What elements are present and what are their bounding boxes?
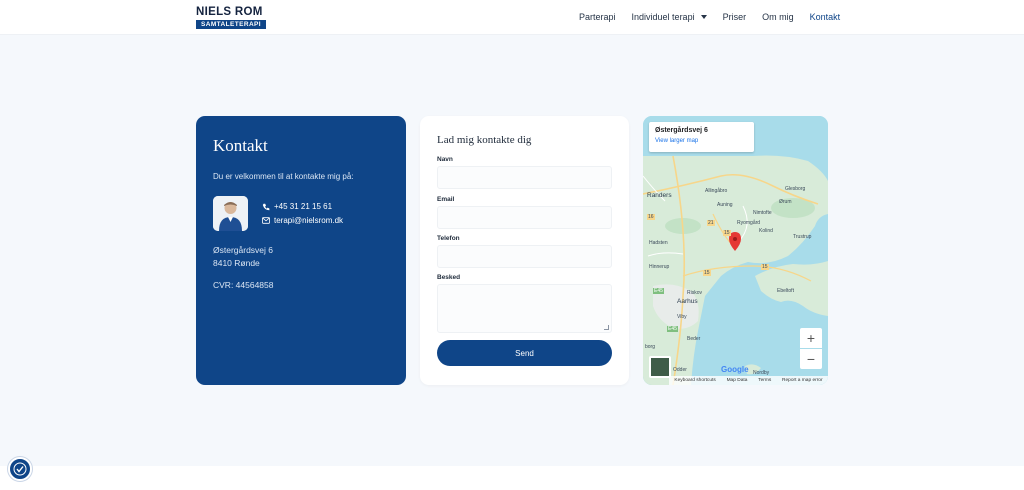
chevron-down-icon <box>700 15 707 19</box>
name-field[interactable] <box>437 166 612 189</box>
map-label-aarhus: Aarhus <box>677 298 698 305</box>
map-label-viby: Viby <box>677 314 687 320</box>
report-map-error-link[interactable]: Report a map error <box>782 378 823 383</box>
road-number: 15 <box>761 264 769 270</box>
logo-tagline: SAMTALETERAPI <box>196 20 266 29</box>
nav-item-label: Kontakt <box>809 12 841 22</box>
nav-item-individuel-terapi[interactable]: Individuel terapi <box>632 12 707 22</box>
google-logo: Google <box>721 365 749 374</box>
road-number: 16 <box>647 214 655 220</box>
keyboard-shortcuts-link[interactable]: Keyboard shortcuts <box>674 378 715 383</box>
nav-item-kontakt[interactable]: Kontakt <box>810 12 841 22</box>
map-label-ryomgard: Ryomgård <box>737 220 761 226</box>
map-label-allingabro: Allingåbro <box>705 188 728 194</box>
map-label-ebeltoft: Ebeltoft <box>777 288 794 294</box>
nav-item-label: Individuel terapi <box>631 12 695 22</box>
map-footer: Keyboard shortcuts Map Data Terms Report… <box>669 376 828 385</box>
resize-handle[interactable] <box>604 325 609 330</box>
nav-item-priser[interactable]: Priser <box>723 12 747 22</box>
contact-email[interactable]: terapi@nielsrom.dk <box>262 216 343 225</box>
map-label-beder: Beder <box>687 336 701 342</box>
nav-item-parterapi[interactable]: Parterapi <box>579 12 616 22</box>
avatar-image <box>213 196 248 231</box>
zoom-out-button[interactable]: − <box>800 349 822 369</box>
satellite-toggle[interactable] <box>649 356 671 378</box>
map-label-kolind: Kolind <box>759 228 773 234</box>
terms-link[interactable]: Terms <box>758 378 771 383</box>
contact-phone[interactable]: +45 31 21 15 61 <box>262 202 332 211</box>
map-label-auning: Auning <box>717 202 733 208</box>
field-label-navn: Navn <box>437 156 453 163</box>
address-line-2: 8410 Rønde <box>213 258 260 268</box>
field-label-besked: Besked <box>437 274 461 281</box>
map-label-borg: borg <box>645 344 656 350</box>
nav-item-label: Priser <box>722 12 747 22</box>
contact-form-card: Lad mig kontakte dig Navn Email Telefon … <box>420 116 629 385</box>
field-label-email: Email <box>437 196 455 203</box>
message-field[interactable] <box>437 284 612 333</box>
email-icon <box>262 217 270 224</box>
nav-item-label: Parterapi <box>579 12 616 22</box>
email-address: terapi@nielsrom.dk <box>274 216 344 225</box>
map-label-hinnerup: Hinnerup <box>649 264 670 270</box>
road-number: E45 <box>653 288 664 294</box>
zoom-in-button[interactable]: + <box>800 328 822 348</box>
map-label-hadsten: Hadsten <box>649 240 668 246</box>
logo[interactable]: NIELS ROM SAMTALETERAPI <box>196 6 266 29</box>
cvr-number: CVR: 44564858 <box>213 280 274 290</box>
field-label-telefon: Telefon <box>437 235 460 242</box>
map-info-box: Østergårdsvej 6 View larger map <box>649 122 754 152</box>
map-data-link[interactable]: Map Data <box>727 378 748 383</box>
contact-card: Kontakt Du er velkommen til at kontakte … <box>196 116 406 385</box>
avatar <box>213 196 248 231</box>
accessibility-button[interactable] <box>8 457 32 481</box>
road-number: 15 <box>723 230 731 236</box>
send-button[interactable]: Send <box>437 340 612 366</box>
contact-intro: Du er velkommen til at kontakte mig på: <box>213 172 354 181</box>
road-number: E45 <box>667 326 678 332</box>
accessibility-icon <box>13 462 27 476</box>
footer-band <box>0 466 1024 490</box>
email-field[interactable] <box>437 206 612 229</box>
main-nav: Parterapi Individuel terapi Priser Om mi… <box>579 12 840 22</box>
phone-icon <box>262 203 270 210</box>
map-place-title: Østergårdsvej 6 <box>655 127 708 134</box>
map-label-glesborg: Glesborg <box>785 186 806 192</box>
address-line-1: Østergårdsvej 6 <box>213 245 273 255</box>
map-card[interactable]: Randers Allingåbro Glesborg Ørum Auning … <box>643 116 828 385</box>
google-logo-text: Google <box>721 365 749 374</box>
road-number: 21 <box>707 220 715 226</box>
map-label-nimtofte: Nimtofte <box>753 210 772 216</box>
contact-title: Kontakt <box>213 136 268 155</box>
map-label-riskov: Riskov <box>687 290 703 296</box>
site-header: NIELS ROM SAMTALETERAPI Parterapi Indivi… <box>0 0 1024 35</box>
map-label-odder: Odder <box>673 367 687 373</box>
phone-field[interactable] <box>437 245 612 268</box>
logo-name: NIELS ROM <box>196 6 263 18</box>
road-number: 15 <box>703 270 711 276</box>
nav-item-label: Om mig <box>762 12 794 22</box>
view-larger-map-link[interactable]: View larger map <box>655 138 698 144</box>
form-title: Lad mig kontakte dig <box>437 134 532 146</box>
nav-item-om-mig[interactable]: Om mig <box>762 12 794 22</box>
map-label-orum: Ørum <box>779 199 792 205</box>
phone-number: +45 31 21 15 61 <box>274 202 333 211</box>
map-label-trustrup: Trustrup <box>793 234 812 240</box>
map-label-randers: Randers <box>647 192 672 199</box>
